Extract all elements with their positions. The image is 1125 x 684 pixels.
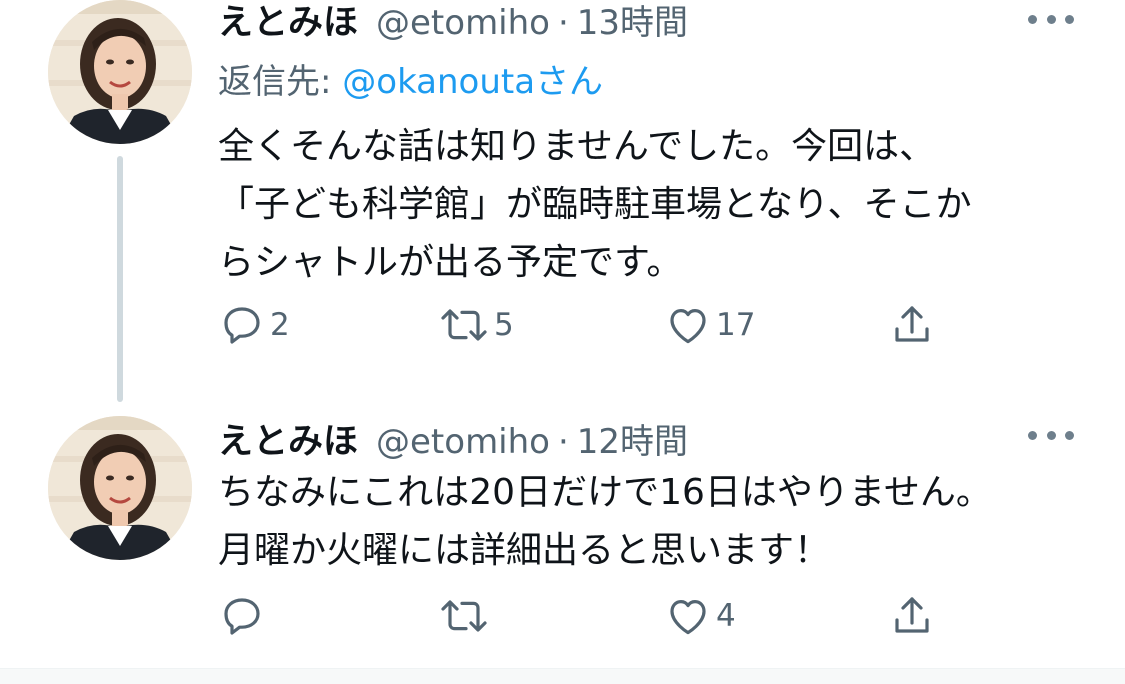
tweet[interactable]: えとみほ @etomiho · 13時間 返信先: @okanoutaさん 全く… [0,0,1125,405]
timestamp[interactable]: 12時間 [577,414,688,463]
reply-button[interactable]: 2 [218,300,290,350]
reply-bubble-icon [224,598,260,635]
tweet-text-line: 月曜か火曜には詳細出ると思います！ [218,530,831,571]
more-horizontal-icon[interactable] [1028,425,1074,445]
retweet-button[interactable] [438,591,494,641]
user-handle[interactable]: @etomiho [376,422,550,462]
tweet-actions: 4 [218,591,958,641]
like-count: 17 [716,307,756,343]
avatar[interactable] [48,0,192,144]
reply-count: 2 [270,307,290,343]
more-dot [1046,430,1056,440]
user-handle[interactable]: @etomiho [376,3,550,43]
reply-to-prefix: 返信先: [218,62,343,102]
reply-to-mention[interactable]: @okanouta [342,62,535,102]
like-button[interactable]: 17 [664,300,755,350]
like-count: 4 [716,598,736,634]
timeline-divider [0,668,1125,684]
tweet-text-line: 全くそんな話は知りませんでした。今回は、 [218,126,936,167]
more-dot [1046,14,1056,24]
tweet-header: えとみほ @etomiho · 12時間 [218,413,688,462]
reply-button[interactable] [218,591,270,641]
reply-to-suffix: さん [535,62,604,102]
share-button[interactable] [888,591,936,641]
reply-to-line: 返信先: @okanoutaさん [218,54,603,103]
share-icon [895,306,929,342]
heart-icon [670,309,706,344]
more-dot [1065,430,1074,440]
more-dot [1028,430,1037,440]
tweet-text: 全くそんな話は知りませんでした。今回は、 「子ども科学館」が臨時駐車場となり、そ… [218,118,1098,292]
more-horizontal-icon[interactable] [1028,9,1074,29]
thread-connector-line [117,156,123,402]
display-name[interactable]: えとみほ [218,413,358,464]
avatar[interactable] [48,416,192,560]
tweet-text-line: 「子ども科学館」が臨時駐車場となり、そこか [218,184,972,225]
reply-bubble-icon [224,307,260,344]
retweet-icon [441,309,487,341]
timestamp[interactable]: 13時間 [577,0,688,44]
like-button[interactable]: 4 [664,591,736,641]
retweet-icon [441,600,487,632]
share-button[interactable] [888,300,936,350]
tweet[interactable]: えとみほ @etomiho · 12時間 ちなみにこれは20日だけで16日はやり… [0,405,1125,668]
retweet-button[interactable]: 5 [438,300,514,350]
share-icon [895,597,929,633]
more-dot [1028,14,1037,24]
more-dot [1065,14,1074,24]
tweet-header: えとみほ @etomiho · 13時間 [218,0,688,43]
heart-icon [670,600,706,635]
tweet-text-line: らシャトルが出る予定です。 [218,242,683,283]
separator: · [557,422,569,462]
retweet-count: 5 [494,307,514,343]
tweet-text-line: ちなみにこれは20日だけで16日はやりません。 [218,472,992,513]
display-name[interactable]: えとみほ [218,0,358,45]
tweet-actions: 2 5 17 [218,300,958,350]
tweet-text: ちなみにこれは20日だけで16日はやりません。 月曜か火曜には詳細出ると思います… [218,464,1098,580]
separator: · [557,3,569,43]
